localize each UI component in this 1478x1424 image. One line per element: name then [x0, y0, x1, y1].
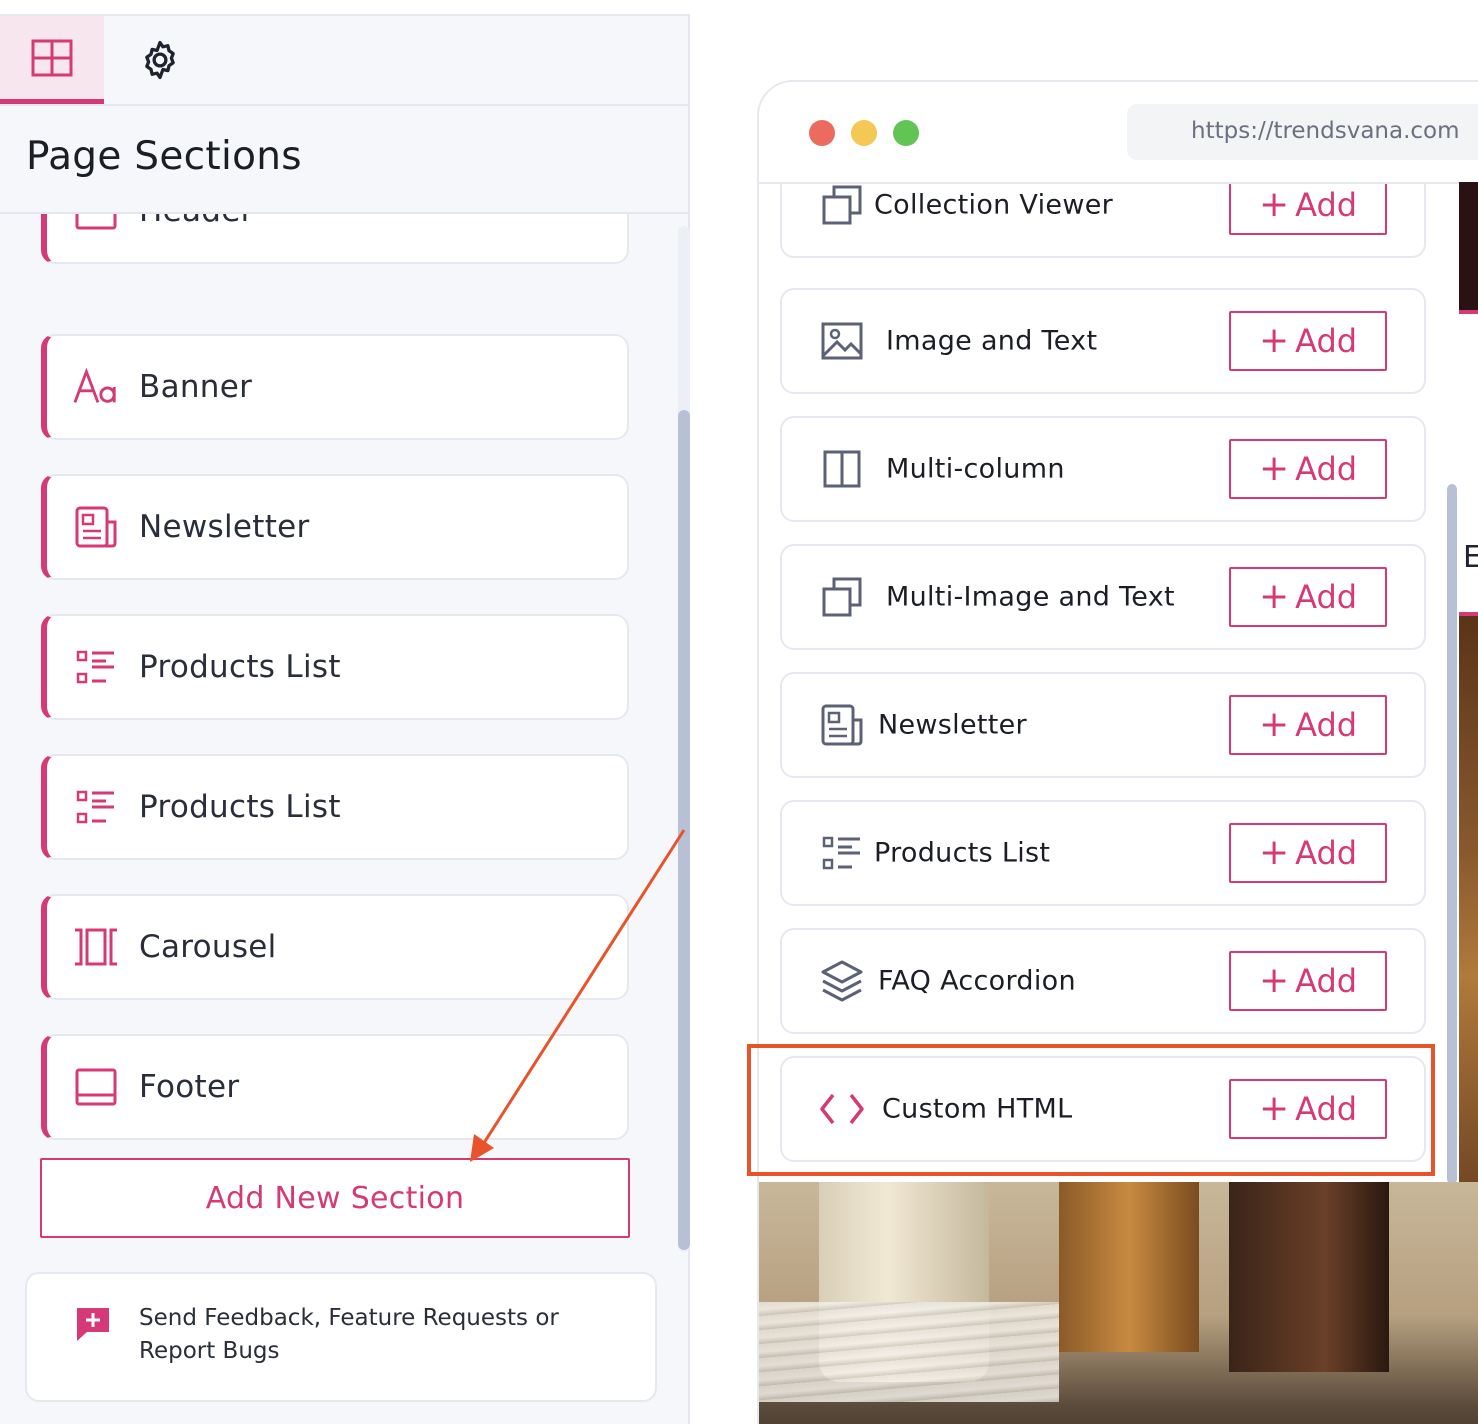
page-partial-text: E	[1463, 540, 1478, 575]
copy-icon	[818, 184, 866, 229]
section-label: Footer	[139, 1069, 240, 1105]
window-maximize-dot[interactable]	[893, 120, 919, 146]
page-background-strip	[1459, 182, 1478, 312]
add-button[interactable]: + Add	[1229, 567, 1387, 627]
section-label: Products List	[139, 789, 341, 825]
candles-photo	[759, 1182, 1478, 1424]
plus-icon: +	[1258, 704, 1290, 745]
section-label: Banner	[139, 369, 253, 405]
add-item-label: Image and Text	[886, 325, 1098, 357]
add-new-section-button[interactable]: Add New Section	[40, 1158, 630, 1238]
newspaper-icon	[818, 701, 866, 749]
add-item-image-and-text: Image and Text + Add	[780, 288, 1426, 394]
sections-list: Header Banner Newsletter Products List	[0, 214, 690, 1264]
add-item-label: Products List	[874, 837, 1051, 869]
page-accent-line	[1459, 310, 1478, 314]
copy-icon	[818, 573, 866, 621]
add-button[interactable]: + Add	[1229, 439, 1387, 499]
add-section-panel: Collection Viewer + Add Image and Text + A…	[759, 184, 1459, 1182]
section-label: Newsletter	[139, 509, 310, 545]
highlight-box	[747, 1044, 1435, 1176]
section-label: Carousel	[139, 929, 277, 965]
section-item-footer[interactable]: Footer	[41, 1034, 629, 1140]
section-item-products-list[interactable]: Products List	[41, 614, 629, 720]
add-button-label: Add	[1295, 578, 1358, 616]
add-item-label: Newsletter	[878, 709, 1027, 741]
list-icon	[818, 829, 866, 877]
add-panel-scrollbar[interactable]	[1447, 484, 1457, 1182]
left-panel: Page Sections Header Banner Newsletter	[0, 14, 690, 1424]
carousel-icon	[73, 924, 119, 970]
list-icon	[73, 784, 119, 830]
feedback-text: Send Feedback, Feature Requests or Repor…	[139, 1305, 559, 1364]
candle-shape	[1059, 1182, 1199, 1352]
candle-shape	[1229, 1182, 1389, 1372]
scrollbar-thumb[interactable]	[1447, 484, 1457, 1182]
add-button[interactable]: + Add	[1229, 695, 1387, 755]
add-button-label: Add	[1295, 962, 1358, 1000]
plus-icon: +	[1258, 960, 1290, 1001]
plus-icon: +	[1258, 448, 1290, 489]
section-item-products-list[interactable]: Products List	[41, 754, 629, 860]
sections-scrollbar[interactable]	[678, 226, 690, 1252]
add-item-label: FAQ Accordion	[878, 965, 1076, 997]
add-button[interactable]: + Add	[1229, 823, 1387, 883]
list-icon	[73, 644, 119, 690]
add-item-label: Multi-column	[886, 453, 1065, 485]
add-item-label: Multi-Image and Text	[886, 581, 1175, 613]
section-label: Header	[139, 214, 254, 229]
header-layout-icon	[73, 214, 119, 234]
scrollbar-thumb[interactable]	[678, 410, 690, 1250]
page-title: Page Sections	[26, 134, 302, 179]
address-bar[interactable]: https://trendsvana.com	[1127, 104, 1478, 160]
cloth-shape	[759, 1302, 1059, 1402]
section-item-newsletter[interactable]: Newsletter	[41, 474, 629, 580]
panel-tabbar	[0, 16, 690, 106]
grid-icon	[31, 39, 73, 76]
section-item-banner[interactable]: Banner	[41, 334, 629, 440]
newspaper-icon	[73, 504, 119, 550]
plus-icon: +	[1258, 832, 1290, 873]
feedback-plus-icon	[73, 1304, 113, 1348]
section-item-carousel[interactable]: Carousel	[41, 894, 629, 1000]
tab-sections[interactable]	[0, 16, 104, 104]
page-image-strip	[1459, 616, 1478, 1216]
app-root: Page Sections Header Banner Newsletter	[0, 0, 1478, 1424]
section-label: Products List	[139, 649, 341, 685]
gear-icon	[145, 40, 175, 80]
window-close-dot[interactable]	[809, 120, 835, 146]
add-item-multi-column: Multi-column + Add	[780, 416, 1426, 522]
browser-preview: https://trendsvana.com E Collection View…	[757, 80, 1478, 1424]
add-item-products-list: Products List + Add	[780, 800, 1426, 906]
add-button[interactable]: + Add	[1229, 311, 1387, 371]
feedback-link[interactable]: Send Feedback, Feature Requests or Repor…	[25, 1272, 657, 1402]
layers-icon	[818, 957, 866, 1005]
plus-icon: +	[1258, 320, 1290, 361]
add-button-label: Add	[1295, 450, 1358, 488]
plus-icon: +	[1258, 184, 1290, 225]
add-item-collection-viewer: Collection Viewer + Add	[780, 184, 1426, 258]
add-button-label: Add	[1295, 322, 1358, 360]
image-icon	[818, 317, 866, 365]
plus-icon: +	[1258, 576, 1290, 617]
add-button-label: Add	[1295, 186, 1358, 224]
text-font-icon	[73, 364, 119, 410]
add-item-label: Collection Viewer	[874, 189, 1114, 221]
tab-settings[interactable]	[108, 16, 212, 104]
columns-icon	[818, 445, 866, 493]
window-minimize-dot[interactable]	[851, 120, 877, 146]
add-item-newsletter: Newsletter + Add	[780, 672, 1426, 778]
add-button-label: Add	[1295, 706, 1358, 744]
add-button[interactable]: + Add	[1229, 184, 1387, 235]
add-button[interactable]: + Add	[1229, 951, 1387, 1011]
add-button-label: Add	[1295, 834, 1358, 872]
add-item-multi-image-and-text: Multi-Image and Text + Add	[780, 544, 1426, 650]
footer-layout-icon	[73, 1064, 119, 1110]
add-item-faq-accordion: FAQ Accordion + Add	[780, 928, 1426, 1034]
browser-toolbar: https://trendsvana.com	[759, 82, 1478, 184]
section-item-header[interactable]: Header	[41, 214, 629, 264]
